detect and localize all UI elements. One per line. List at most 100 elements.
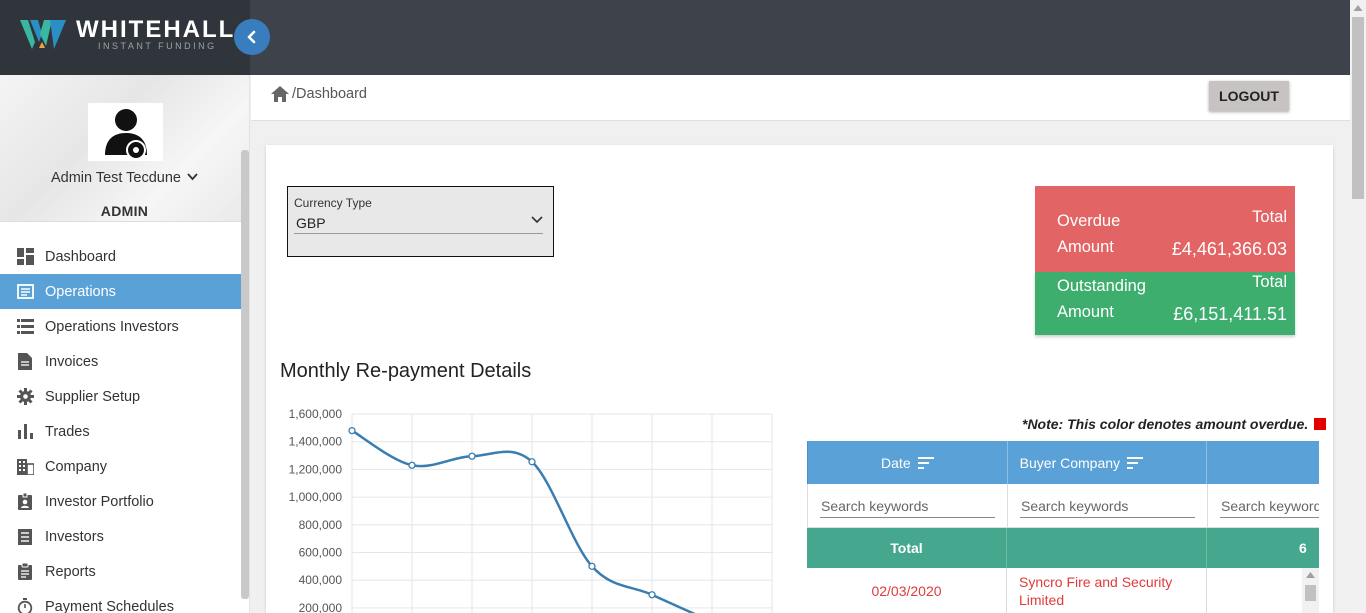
brand-tagline: INSTANT FUNDING (98, 41, 217, 51)
building-icon (16, 458, 34, 476)
home-icon[interactable] (271, 86, 289, 102)
table-row[interactable]: 02/03/2020 Syncro Fire and Security Limi… (807, 568, 1319, 613)
data-point[interactable] (468, 452, 476, 460)
total-amount-cell: 6 (1207, 528, 1319, 568)
dashboard-icon (16, 248, 34, 266)
y-tick-label: 600,000 (299, 546, 343, 560)
repayment-table: Date Buyer Company Total 6 02/03/2020 Sy… (807, 441, 1319, 613)
column-header-amount[interactable] (1207, 441, 1319, 484)
sidebar-item-label: Operations Investors (45, 318, 179, 335)
badge-icon (16, 493, 34, 511)
sidebar-collapse-button[interactable] (234, 19, 270, 55)
search-cell (1008, 484, 1208, 528)
outstanding-label: Outstanding Amount (1057, 277, 1146, 321)
page-scrollbar[interactable] (1350, 0, 1366, 613)
overdue-color-swatch (1314, 418, 1327, 430)
sidebar-scrollbar[interactable] (241, 150, 249, 599)
logout-button[interactable]: LOGOUT (1209, 81, 1289, 111)
sidebar-item-company[interactable]: Company (0, 449, 249, 484)
sidebar-item-operations-investors[interactable]: Operations Investors (0, 309, 249, 344)
sidebar-item-supplier-setup[interactable]: Supplier Setup (0, 379, 249, 414)
sidebar-item-label: Trades (45, 423, 90, 440)
currency-label: Currency Type (294, 196, 372, 210)
sidebar-item-invoices[interactable]: Invoices (0, 344, 249, 379)
buyer-cell: Syncro Fire and Security Limited (1007, 568, 1207, 613)
column-header-date[interactable]: Date (808, 441, 1008, 484)
sort-icon[interactable] (917, 456, 934, 469)
data-point[interactable] (648, 591, 656, 599)
data-point[interactable] (408, 461, 416, 469)
y-tick-label: 1,200,000 (289, 462, 343, 476)
sidebar-nav: Dashboard Operations Operations Investor… (0, 239, 249, 613)
sidebar-item-payment-schedules[interactable]: Payment Schedules (0, 589, 249, 613)
search-input-date[interactable] (820, 496, 995, 518)
overdue-total-label: Total (1252, 208, 1287, 226)
sidebar-item-dashboard[interactable]: Dashboard (0, 239, 249, 274)
timer-icon (16, 598, 34, 613)
sidebar-item-investor-portfolio[interactable]: Investor Portfolio (0, 484, 249, 519)
breadcrumb-current[interactable]: Dashboard (296, 86, 367, 102)
sidebar-item-label: Dashboard (45, 248, 116, 265)
bar-chart-icon (16, 423, 34, 441)
page-scroll-thumb[interactable] (1352, 17, 1364, 199)
data-point[interactable] (588, 562, 596, 571)
overdue-note: *Note: This color denotes amount overdue… (1022, 416, 1327, 432)
table-scroll-thumb[interactable] (1305, 585, 1316, 601)
sidebar-item-operations[interactable]: Operations (0, 274, 249, 309)
avatar (88, 103, 163, 161)
overdue-label: Overdue Amount (1057, 212, 1121, 256)
sort-icon[interactable] (1127, 456, 1144, 469)
sidebar-item-label: Investor Portfolio (45, 493, 154, 510)
overdue-amount: £4,461,366.03 (1171, 239, 1287, 259)
user-name-dropdown[interactable]: Admin Test Tecdune (0, 170, 249, 186)
chevron-down-icon (187, 173, 198, 181)
data-point[interactable] (528, 458, 536, 466)
sidebar-item-trades[interactable]: Trades (0, 414, 249, 449)
user-admin-icon (104, 109, 147, 160)
total-empty-cell (1007, 528, 1207, 568)
list-alt-icon (16, 528, 34, 546)
total-label: Total (890, 540, 923, 556)
y-tick-label: 400,000 (299, 573, 343, 587)
brand-name: WHITEHALL (76, 16, 236, 43)
row-buyer: Syncro Fire and Security Limited (1019, 573, 1173, 608)
outstanding-amount: £6,151,411.51 (1173, 304, 1287, 324)
currency-underline (294, 233, 543, 234)
column-header-buyer-company[interactable]: Buyer Company (1008, 441, 1208, 484)
sidebar-item-investors[interactable]: Investors (0, 519, 249, 554)
sidebar-item-label: Supplier Setup (45, 388, 141, 405)
total-amount: 6 (1299, 540, 1307, 556)
total-label-cell: Total (807, 528, 1007, 568)
search-input-amount[interactable] (1220, 496, 1319, 518)
column-header-label: Buyer Company (1019, 454, 1121, 471)
scroll-up-arrow-icon[interactable] (1350, 2, 1366, 16)
outstanding-amount-box: Outstanding Amount Total £6,151,411.51 (1035, 272, 1295, 335)
document-icon (16, 353, 34, 371)
search-row (807, 484, 1319, 528)
table-total-row: Total 6 (807, 528, 1319, 568)
sidebar-item-reports[interactable]: Reports (0, 554, 249, 589)
dashboard-card: Currency Type GBP Overdue Amount Total £… (266, 145, 1333, 613)
scroll-up-arrow-icon[interactable] (1302, 570, 1319, 582)
page-header: / Dashboard LOGOUT (251, 75, 1350, 121)
currency-select[interactable]: Currency Type GBP (287, 186, 554, 257)
overdue-note-text: *Note: This color denotes amount overdue… (1022, 416, 1309, 432)
logo-icon (20, 20, 66, 49)
sidebar-item-label: Payment Schedules (45, 598, 174, 613)
brand-logo[interactable]: WHITEHALL INSTANT FUNDING (0, 0, 250, 75)
clipboard-icon (16, 563, 34, 581)
table-header: Date Buyer Company (807, 441, 1319, 484)
sidebar-item-label: Reports (45, 563, 96, 580)
amount-summary: Overdue Amount Total £4,461,366.03 Outst… (1035, 186, 1295, 335)
chevron-down-icon (531, 216, 543, 224)
row-date: 02/03/2020 (871, 582, 942, 599)
search-input-buyer-company[interactable] (1020, 496, 1195, 518)
search-cell (808, 484, 1008, 528)
table-scrollbar[interactable] (1302, 568, 1319, 613)
operations-icon (16, 283, 34, 301)
column-header-label: Date (881, 454, 911, 471)
y-tick-label: 800,000 (299, 518, 343, 532)
y-tick-label: 1,400,000 (289, 435, 343, 449)
data-point[interactable] (348, 426, 356, 435)
repayment-line-chart: 1,600,000 1,400,000 1,200,000 1,000,000 800,… (289, 407, 773, 613)
